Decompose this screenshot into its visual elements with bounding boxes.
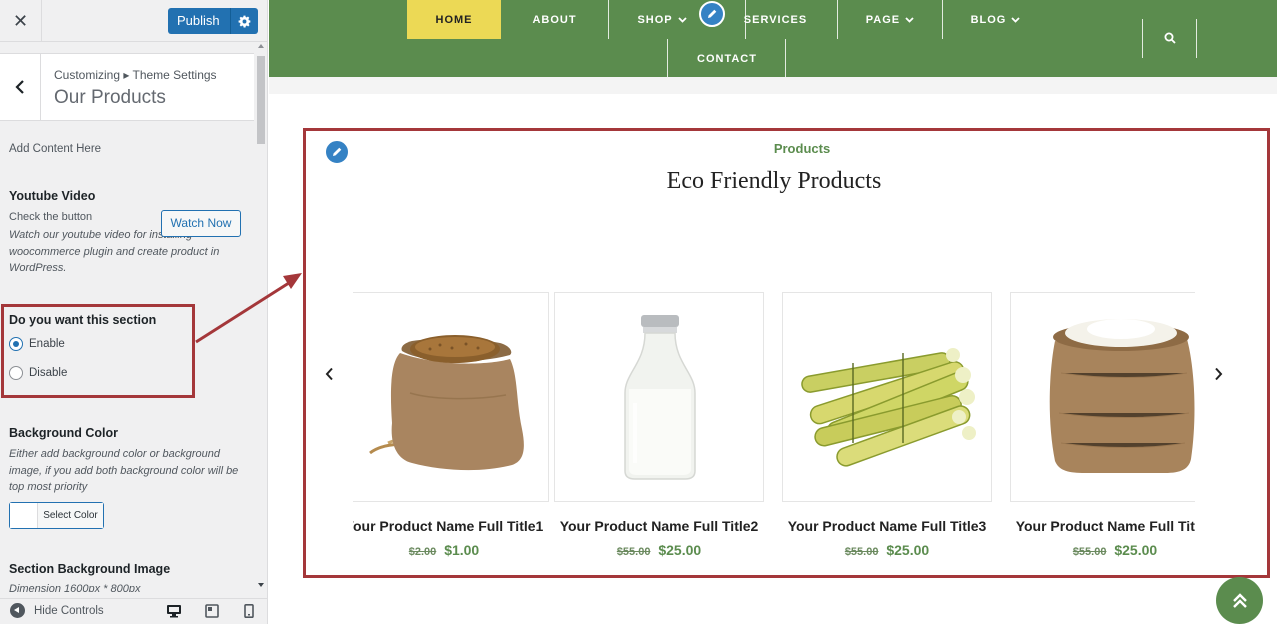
- nav-blog-label: BLOG: [970, 14, 1007, 26]
- publish-group: Publish: [168, 8, 258, 34]
- mobile-icon[interactable]: [244, 604, 254, 623]
- hide-controls-button[interactable]: Hide Controls: [10, 603, 104, 618]
- nav-shop-label: SHOP: [637, 14, 673, 26]
- product-price: $55.00 $25.00: [1010, 542, 1195, 558]
- background-color-label: Background Color: [9, 426, 119, 440]
- nav-home[interactable]: HOME: [407, 0, 501, 39]
- product-card[interactable]: Your Product Name Full Title1 $2.00 $1.0…: [353, 292, 549, 570]
- hide-controls-label: Hide Controls: [34, 604, 104, 617]
- customizer-footer: Hide Controls: [0, 598, 267, 624]
- site-preview: HOME ABOUT SHOP SERVICES PAGE BLOG CONTA…: [269, 0, 1277, 624]
- desktop-icon[interactable]: [166, 604, 182, 623]
- section-title: Our Products: [54, 87, 166, 108]
- background-image-dimension: Dimension 1600px * 800px: [9, 583, 141, 592]
- radio-checked[interactable]: [9, 337, 23, 351]
- collapse-icon: [10, 603, 25, 618]
- enable-label: Enable: [29, 338, 65, 350]
- customizer-sidebar: ✕ Publish Customizing ▸ Theme Settings O…: [0, 0, 268, 624]
- top-navigation: HOME ABOUT SHOP SERVICES PAGE BLOG CONTA…: [269, 0, 1277, 78]
- publish-button[interactable]: Publish: [168, 8, 230, 34]
- youtube-label: Youtube Video: [9, 189, 96, 203]
- product-price: $55.00 $25.00: [554, 542, 764, 558]
- sale-price: $25.00: [1114, 542, 1158, 558]
- enable-radio[interactable]: Enable: [9, 336, 65, 352]
- scroll-up-icon[interactable]: [258, 44, 264, 48]
- old-price: $55.00: [616, 546, 651, 558]
- rice-sack-image[interactable]: [1010, 292, 1195, 502]
- section-toggle-label: Do you want this section: [9, 313, 157, 327]
- sale-price: $1.00: [444, 542, 480, 558]
- customizer-header: ✕ Publish: [0, 0, 267, 42]
- youtube-check-text: Check the button: [9, 211, 93, 223]
- old-price: $55.00: [1072, 546, 1107, 558]
- wheat-sack-image[interactable]: [353, 292, 549, 502]
- disable-radio[interactable]: Disable: [9, 365, 67, 381]
- product-card[interactable]: Your Product Name Full Title2 $55.00 $25…: [554, 292, 764, 570]
- scroll-thumb[interactable]: [257, 56, 265, 144]
- product-price: $55.00 $25.00: [782, 542, 992, 558]
- nav-page-label: PAGE: [865, 14, 901, 26]
- chevron-down-icon: [677, 17, 687, 23]
- milk-bottle-image[interactable]: [554, 292, 764, 502]
- old-price: $2.00: [408, 546, 437, 558]
- back-icon[interactable]: [0, 54, 41, 120]
- customizer-panel: Customizing ▸ Theme Settings Our Product…: [0, 42, 267, 592]
- disable-label: Disable: [29, 367, 68, 379]
- product-title[interactable]: Your Product Name Full Title3: [782, 518, 992, 534]
- radio-unchecked[interactable]: [9, 366, 23, 380]
- nav-divider: [785, 39, 786, 78]
- nav-services[interactable]: SERVICES: [715, 0, 836, 39]
- add-content-text: Add Content Here: [9, 143, 102, 155]
- product-carousel: Your Product Name Full Title1 $2.00 $1.0…: [353, 292, 1195, 570]
- search-icon[interactable]: [1143, 19, 1197, 58]
- nav-blog[interactable]: BLOG: [943, 0, 1048, 39]
- select-color-label: Select Color: [38, 503, 103, 528]
- product-title[interactable]: Your Product Name Full Title2: [554, 518, 764, 534]
- background-image-label: Section Background Image: [9, 562, 171, 576]
- product-price: $2.00 $1.00: [353, 542, 549, 558]
- watch-now-button[interactable]: Watch Now: [161, 210, 241, 237]
- breadcrumb: Customizing ▸ Theme Settings: [54, 68, 217, 82]
- scroll-down-icon[interactable]: [258, 583, 264, 587]
- section-kicker: Products: [773, 141, 831, 156]
- carousel-prev-icon[interactable]: [317, 362, 341, 386]
- close-icon[interactable]: ✕: [0, 0, 42, 42]
- sale-price: $25.00: [886, 542, 930, 558]
- product-title[interactable]: Your Product Name Full Title4: [1010, 518, 1195, 534]
- product-card[interactable]: Your Product Name Full Title4 $55.00 $25…: [1010, 292, 1195, 570]
- select-color-button[interactable]: Select Color: [9, 502, 104, 529]
- sale-price: $25.00: [658, 542, 702, 558]
- nav-divider: [1196, 19, 1197, 58]
- nav-shadow-band: [269, 77, 1277, 94]
- nav-page[interactable]: PAGE: [838, 0, 942, 39]
- nav-contact[interactable]: CONTACT: [668, 39, 786, 78]
- panel-scrollbar[interactable]: [255, 42, 267, 592]
- carousel-next-icon[interactable]: [1206, 362, 1230, 386]
- chevron-down-icon: [905, 17, 914, 23]
- section-heading: Eco Friendly Products: [666, 168, 882, 194]
- edit-pencil-icon[interactable]: [699, 1, 725, 27]
- product-title[interactable]: Your Product Name Full Title1: [353, 518, 549, 534]
- chevron-down-icon: [1011, 17, 1021, 23]
- double-chevron-up-icon: [1232, 592, 1247, 608]
- color-swatch: [10, 503, 38, 528]
- background-color-description: Either add background color or backgroun…: [9, 448, 239, 493]
- nav-shop[interactable]: SHOP: [609, 0, 715, 39]
- tablet-icon[interactable]: [205, 604, 219, 623]
- product-card[interactable]: Your Product Name Full Title3 $55.00 $25…: [782, 292, 992, 570]
- gear-icon[interactable]: [229, 8, 258, 34]
- old-price: $55.00: [844, 546, 879, 558]
- section-header: Customizing ▸ Theme Settings Our Product…: [0, 53, 254, 121]
- scroll-to-top-button[interactable]: [1216, 577, 1263, 624]
- sugarcane-image[interactable]: [782, 292, 992, 502]
- nav-about[interactable]: ABOUT: [501, 0, 608, 39]
